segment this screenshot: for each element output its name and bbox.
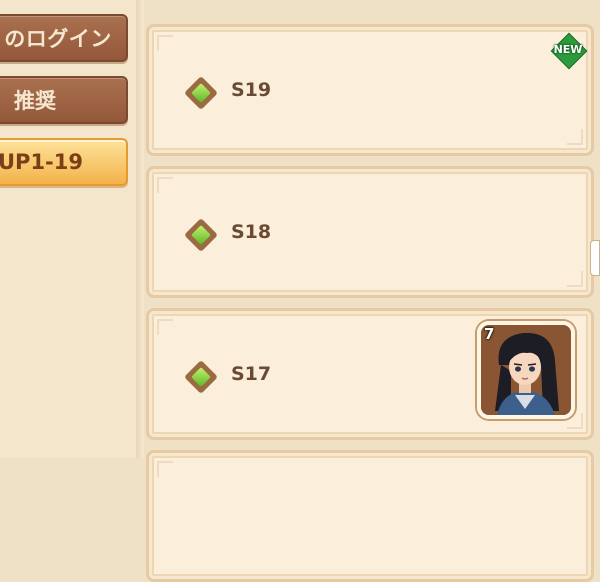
green-diamond-icon <box>184 76 218 110</box>
new-badge-text: NEW <box>553 43 583 56</box>
sidebar: のログイン 推奨 UP1-19 <box>0 0 136 458</box>
season-card-s19[interactable]: S19 NEW <box>146 24 594 156</box>
new-badge: NEW <box>550 32 588 70</box>
green-diamond-icon <box>184 218 218 252</box>
corner-ornament <box>157 35 173 51</box>
corner-ornament <box>157 177 173 193</box>
season-card-s18[interactable]: S18 <box>146 166 594 298</box>
panel-divider <box>136 0 144 458</box>
scroll-handle[interactable] <box>590 240 600 276</box>
season-label: S19 <box>231 79 272 101</box>
tab-label: 推奨 <box>14 89 56 113</box>
tab-label: UP1-19 <box>0 150 83 174</box>
corner-ornament <box>567 129 583 145</box>
season-card-s17[interactable]: S17 7 <box>146 308 594 440</box>
season-card-next[interactable] <box>146 450 594 582</box>
character-portrait-icon <box>481 325 571 415</box>
tab-recommended[interactable]: 推奨 <box>0 76 128 124</box>
season-label: S17 <box>231 363 272 385</box>
tab-up-1-19[interactable]: UP1-19 <box>0 138 128 186</box>
corner-ornament <box>157 461 173 477</box>
tab-label: のログイン <box>4 27 112 51</box>
season-label: S18 <box>231 221 272 243</box>
corner-ornament <box>567 271 583 287</box>
corner-ornament <box>157 319 173 335</box>
green-diamond-icon <box>184 360 218 394</box>
reward-item[interactable]: 7 <box>477 321 575 419</box>
reward-count: 7 <box>484 325 495 343</box>
tab-login[interactable]: のログイン <box>0 14 128 62</box>
